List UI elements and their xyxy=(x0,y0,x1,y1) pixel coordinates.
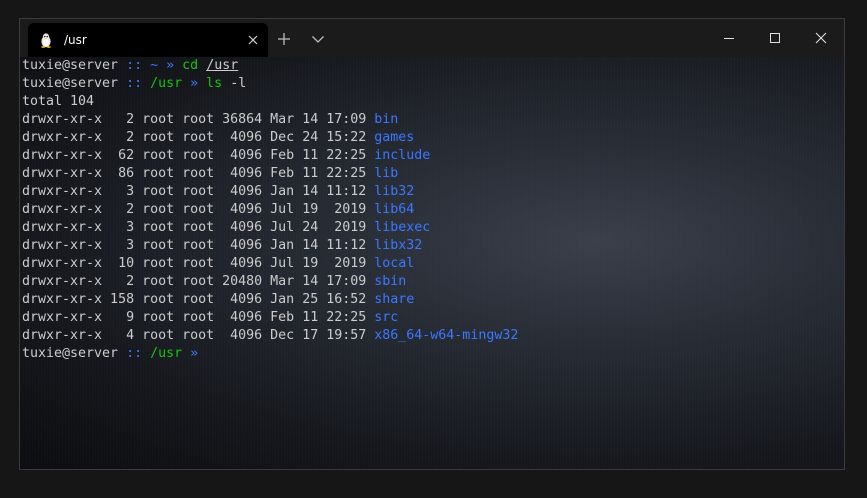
row-meta: drwxr-xr-x 3 root root 4096 Jul 24 2019 xyxy=(22,220,375,235)
prompt-separator: :: xyxy=(118,58,151,73)
tab-title: /usr xyxy=(64,33,87,47)
dir-name: sbin xyxy=(374,274,407,289)
prompt-line: tuxie@server :: /usr » ls -l xyxy=(22,75,844,93)
command-arg: /usr xyxy=(206,58,239,73)
listing-row: drwxr-xr-x 2 root root 4096 Jul 19 2019 … xyxy=(22,201,844,219)
listing-row: drwxr-xr-x 2 root root 20480 Mar 14 17:0… xyxy=(22,273,844,291)
dir-name: lib64 xyxy=(374,202,415,217)
terminal-window: /usr tuxie@server:: ~ » cd /usr tuxie@s… xyxy=(19,18,845,470)
maximize-button[interactable] xyxy=(752,19,798,57)
listing-row: drwxr-xr-x 62 root root 4096 Feb 11 22:2… xyxy=(22,147,844,165)
row-meta: drwxr-xr-x 4 root root 4096 Dec 17 19:57 xyxy=(22,328,375,343)
dir-name: libx32 xyxy=(374,238,423,253)
new-tab-button[interactable] xyxy=(268,23,300,55)
row-meta: drwxr-xr-x 10 root root 4096 Jul 19 2019 xyxy=(22,256,375,271)
listing-row: drwxr-xr-x 3 root root 4096 Jan 14 11:12… xyxy=(22,237,844,255)
close-window-button[interactable] xyxy=(798,19,844,57)
command-name: cd xyxy=(182,58,199,73)
maximize-icon xyxy=(770,33,780,43)
listing-row: drwxr-xr-x 3 root root 4096 Jan 14 11:12… xyxy=(22,183,844,201)
row-meta: drwxr-xr-x 158 root root 4096 Jan 25 16:… xyxy=(22,292,375,307)
listing-row: drwxr-xr-x 2 root root 36864 Mar 14 17:0… xyxy=(22,111,844,129)
prompt-separator: :: xyxy=(118,346,151,361)
terminal-output[interactable]: tuxie@server :: ~ » cd /usr tuxie@server… xyxy=(20,57,844,469)
dir-name: x86_64-w64-mingw32 xyxy=(374,328,519,343)
command-arg: -l xyxy=(230,76,247,91)
prompt-user-host: tuxie@server xyxy=(22,346,119,361)
prompt-separator: :: xyxy=(118,76,151,91)
prompt-cwd: /usr xyxy=(150,76,183,91)
listing-row: drwxr-xr-x 86 root root 4096 Feb 11 22:2… xyxy=(22,165,844,183)
row-meta: drwxr-xr-x 9 root root 4096 Feb 11 22:25 xyxy=(22,310,375,325)
prompt-line: tuxie@server :: /usr » xyxy=(22,345,844,363)
listing-row: drwxr-xr-x 4 root root 4096 Dec 17 19:57… xyxy=(22,327,844,345)
prompt-user-host: tuxie@server xyxy=(22,76,119,91)
prompt-arrow: » xyxy=(182,346,207,361)
prompt-user-host: tuxie@server xyxy=(22,58,119,73)
row-meta: drwxr-xr-x 3 root root 4096 Jan 14 11:12 xyxy=(22,184,375,199)
dir-name: libexec xyxy=(374,220,431,235)
row-meta: drwxr-xr-x 3 root root 4096 Jan 14 11:12 xyxy=(22,238,375,253)
listing-row: drwxr-xr-x 9 root root 4096 Feb 11 22:25… xyxy=(22,309,844,327)
listing-row: drwxr-xr-x 10 root root 4096 Jul 19 2019… xyxy=(22,255,844,273)
tab-usr[interactable]: /usr xyxy=(28,23,268,57)
dir-name: bin xyxy=(374,112,399,127)
dir-name: games xyxy=(374,130,415,145)
row-meta: drwxr-xr-x 62 root root 4096 Feb 11 22:2… xyxy=(22,148,375,163)
prompt-line: tuxie@server :: ~ » cd /usr xyxy=(22,57,844,75)
dir-name: lib32 xyxy=(374,184,415,199)
minimize-icon xyxy=(724,38,734,39)
listing-row: drwxr-xr-x 2 root root 4096 Dec 24 15:22… xyxy=(22,129,844,147)
dir-name: local xyxy=(374,256,415,271)
window-controls xyxy=(706,19,844,57)
close-icon xyxy=(815,32,827,44)
title-bar[interactable]: /usr xyxy=(20,19,844,57)
prompt-cwd: ~ xyxy=(150,58,159,73)
listing-row: drwxr-xr-x 3 root root 4096 Jul 24 2019 … xyxy=(22,219,844,237)
row-meta: drwxr-xr-x 2 root root 36864 Mar 14 17:0… xyxy=(22,112,375,127)
total-line: total 104 xyxy=(22,94,95,109)
dir-name: include xyxy=(374,148,431,163)
tab-close-button[interactable] xyxy=(238,25,268,55)
row-meta: drwxr-xr-x 86 root root 4096 Feb 11 22:2… xyxy=(22,166,375,181)
minimize-button[interactable] xyxy=(706,19,752,57)
prompt-cwd: /usr xyxy=(150,346,183,361)
row-meta: drwxr-xr-x 2 root root 4096 Jul 19 2019 xyxy=(22,202,375,217)
row-meta: drwxr-xr-x 2 root root 4096 Dec 24 15:22 xyxy=(22,130,375,145)
linux-penguin-icon xyxy=(38,32,54,48)
chevron-down-icon xyxy=(312,36,324,43)
prompt-arrow: » xyxy=(158,58,183,73)
listing-row: drwxr-xr-x 158 root root 4096 Jan 25 16:… xyxy=(22,291,844,309)
dir-name: lib xyxy=(374,166,399,181)
dir-name: src xyxy=(374,310,399,325)
plus-icon xyxy=(278,33,290,45)
prompt-arrow: » xyxy=(182,76,207,91)
close-icon xyxy=(248,35,258,45)
command-name: ls xyxy=(206,76,223,91)
row-meta: drwxr-xr-x 2 root root 20480 Mar 14 17:0… xyxy=(22,274,375,289)
tab-dropdown-button[interactable] xyxy=(302,23,334,55)
dir-name: share xyxy=(374,292,415,307)
